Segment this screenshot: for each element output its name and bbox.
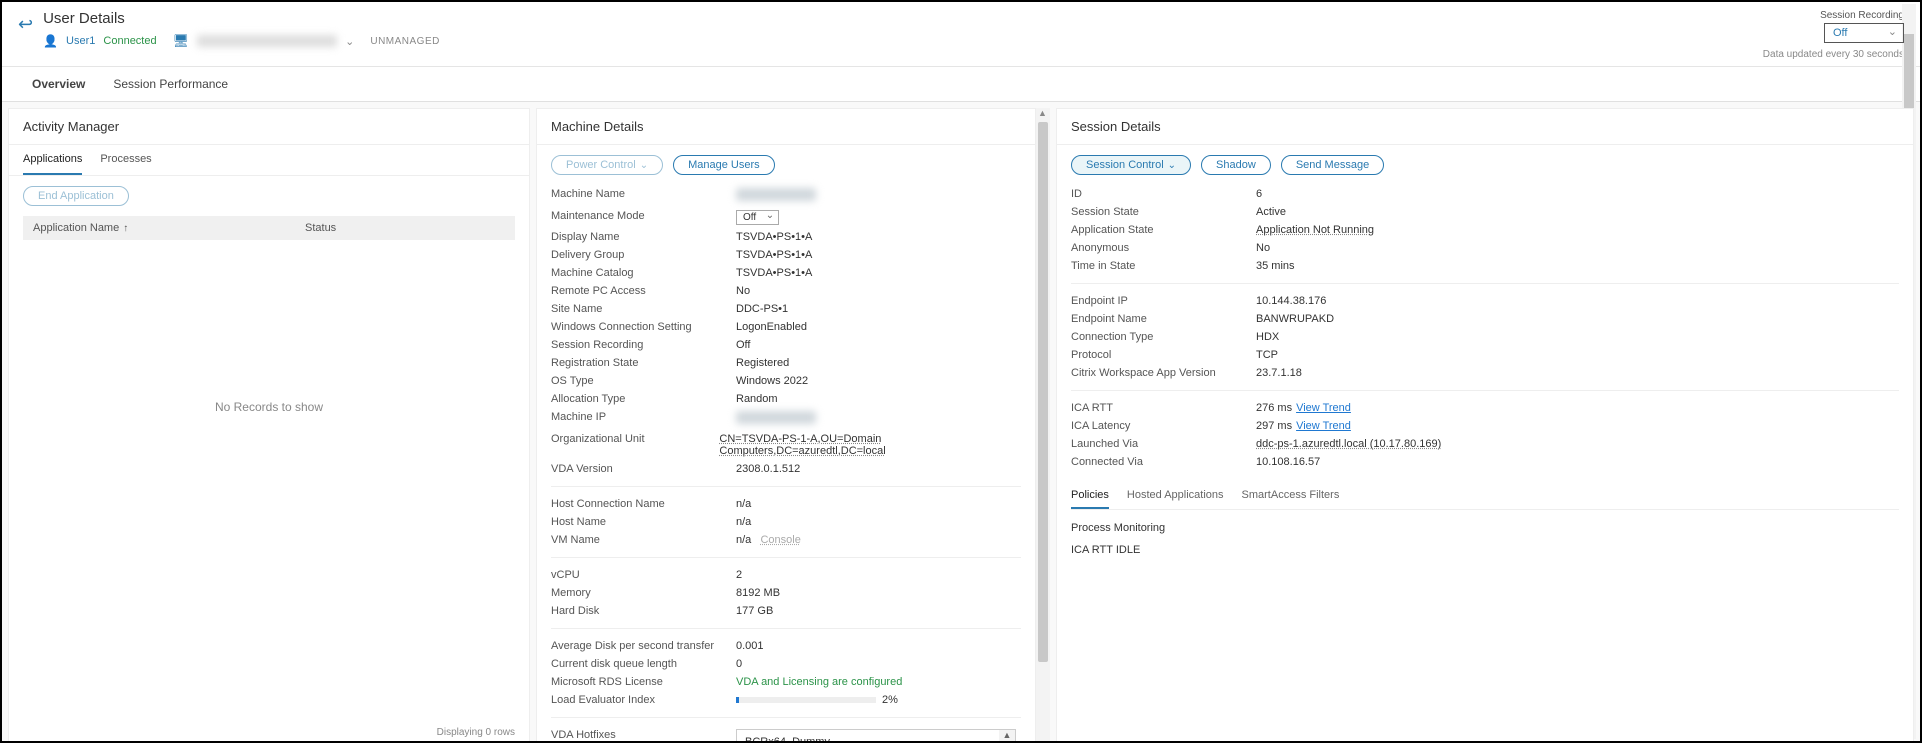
process-monitoring-label: Process Monitoring xyxy=(1071,522,1899,534)
allocation-type: Random xyxy=(736,393,778,405)
main-tabs: Overview Session Performance xyxy=(2,67,1920,102)
time-in-state: 35 mins xyxy=(1256,260,1295,272)
machine-name-value xyxy=(736,188,816,201)
anonymous: No xyxy=(1256,242,1270,254)
win-conn-setting: LogonEnabled xyxy=(736,321,807,333)
tab-session-performance[interactable]: Session Performance xyxy=(99,67,242,101)
ica-rtt: 276 msView Trend xyxy=(1256,402,1351,414)
cwa-version: 23.7.1.18 xyxy=(1256,367,1302,379)
session-recording-val: Off xyxy=(736,339,750,351)
connected-via: 10.108.16.57 xyxy=(1256,456,1320,468)
machine-ip xyxy=(736,411,816,424)
chevron-down-icon: ⌄ xyxy=(1168,160,1176,171)
machine-name-masked xyxy=(197,35,337,47)
mid-scrollbar[interactable]: ▲ ▼ xyxy=(1036,108,1050,743)
session-id: 6 xyxy=(1256,188,1262,200)
activity-manager-panel: Activity Manager Applications Processes … xyxy=(8,108,530,743)
divider xyxy=(1071,283,1899,284)
protocol: TCP xyxy=(1256,349,1278,361)
machine-title: Machine Details xyxy=(537,109,1035,145)
col-application-name[interactable]: Application Name↑ xyxy=(23,216,295,240)
scroll-down-icon[interactable]: ▼ xyxy=(1038,739,1047,743)
ica-latency: 297 msView Trend xyxy=(1256,420,1351,432)
endpoint-ip: 10.144.38.176 xyxy=(1256,295,1326,307)
memory: 8192 MB xyxy=(736,587,780,599)
data-updated-text: Data updated every 30 seconds xyxy=(1763,49,1904,60)
launched-via[interactable]: ddc-ps-1.azuredtl.local (10.17.80.169) xyxy=(1256,438,1441,450)
console-link[interactable]: Console xyxy=(760,534,800,546)
user-name[interactable]: User1 xyxy=(66,35,95,47)
back-icon[interactable]: ↩ xyxy=(18,14,33,35)
session-recording-select[interactable]: Off xyxy=(1824,23,1904,43)
hotfix-scrollbar[interactable]: ▲▼ xyxy=(999,730,1015,743)
send-message-button[interactable]: Send Message xyxy=(1281,155,1384,175)
divider xyxy=(551,628,1021,629)
shadow-button[interactable]: Shadow xyxy=(1201,155,1271,175)
vm-name: n/a Console xyxy=(736,534,801,546)
organizational-unit[interactable]: CN=TSVDA-PS-1-A,OU=Domain Computers,DC=a… xyxy=(719,433,1021,457)
chevron-down-icon[interactable]: ⌄ xyxy=(345,35,354,48)
application-state[interactable]: Application Not Running xyxy=(1256,224,1374,236)
divider xyxy=(551,717,1021,718)
vda-version: 2308.0.1.512 xyxy=(736,463,800,475)
session-control-button[interactable]: Session Control⌄ xyxy=(1071,155,1191,175)
power-control-button[interactable]: Power Control⌄ xyxy=(551,155,663,175)
monitor-icon: 🖥 xyxy=(173,33,190,49)
connection-type: HDX xyxy=(1256,331,1279,343)
maintenance-mode-select[interactable]: Off xyxy=(736,210,779,225)
hotfix-item[interactable]: BCRx64_Dummy xyxy=(745,734,997,743)
sort-asc-icon: ↑ xyxy=(123,223,128,234)
page-title: User Details xyxy=(43,10,1763,27)
avg-disk-transfer: 0.001 xyxy=(736,640,764,652)
header: ↩ User Details 👤 User1 Connected 🖥 ⌄ UNM… xyxy=(2,2,1920,67)
hard-disk: 177 GB xyxy=(736,605,773,617)
tab-hosted-applications[interactable]: Hosted Applications xyxy=(1127,483,1224,509)
managed-state: UNMANAGED xyxy=(370,36,440,47)
scroll-up-icon[interactable]: ▲ xyxy=(1003,730,1012,740)
connection-status: Connected xyxy=(103,35,156,47)
divider xyxy=(551,557,1021,558)
session-details-panel: Session Details Session Control⌄ Shadow … xyxy=(1056,108,1914,743)
session-state: Active xyxy=(1256,206,1286,218)
view-trend-link[interactable]: View Trend xyxy=(1296,402,1351,414)
manage-users-button[interactable]: Manage Users xyxy=(673,155,775,175)
session-title: Session Details xyxy=(1057,109,1913,145)
col-status[interactable]: Status xyxy=(295,216,515,240)
disk-queue-length: 0 xyxy=(736,658,742,670)
tab-processes[interactable]: Processes xyxy=(100,145,151,175)
tab-overview[interactable]: Overview xyxy=(18,67,99,101)
machine-catalog: TSVDA•PS•1•A xyxy=(736,267,812,279)
registration-state: Registered xyxy=(736,357,789,369)
remote-pc-access: No xyxy=(736,285,750,297)
no-records-text: No Records to show xyxy=(23,240,515,574)
end-application-button[interactable]: End Application xyxy=(23,186,129,206)
os-type: Windows 2022 xyxy=(736,375,808,387)
divider xyxy=(551,486,1021,487)
host-connection: n/a xyxy=(736,498,751,510)
session-recording-label: Session Recording xyxy=(1763,10,1904,21)
tab-applications[interactable]: Applications xyxy=(23,145,82,175)
vcpu: 2 xyxy=(736,569,742,581)
machine-details-panel: Machine Details Power Control⌄ Manage Us… xyxy=(536,108,1036,743)
view-trend-link[interactable]: View Trend xyxy=(1296,420,1351,432)
load-evaluator-index: 2% xyxy=(736,694,898,706)
display-name: TSVDA•PS•1•A xyxy=(736,231,812,243)
divider xyxy=(1071,390,1899,391)
user-icon: 👤 xyxy=(43,34,58,48)
displaying-rows: Displaying 0 rows xyxy=(437,727,515,738)
ica-rtt-idle-label: ICA RTT IDLE xyxy=(1071,544,1899,556)
tab-smartaccess-filters[interactable]: SmartAccess Filters xyxy=(1242,483,1340,509)
activity-title: Activity Manager xyxy=(9,109,529,145)
endpoint-name: BANWRUPAKD xyxy=(1256,313,1334,325)
delivery-group: TSVDA•PS•1•A xyxy=(736,249,812,261)
hotfix-list[interactable]: BCRx64_Dummy BrokerAgentWx64_Dummy ▲▼ xyxy=(736,729,1016,743)
rds-license: VDA and Licensing are configured xyxy=(736,676,902,688)
apps-table-header: Application Name↑ Status xyxy=(23,216,515,240)
host-name: n/a xyxy=(736,516,751,528)
site-name: DDC-PS•1 xyxy=(736,303,788,315)
chevron-down-icon: ⌄ xyxy=(640,160,648,171)
tab-policies[interactable]: Policies xyxy=(1071,483,1109,509)
scroll-up-icon[interactable]: ▲ xyxy=(1038,108,1047,118)
